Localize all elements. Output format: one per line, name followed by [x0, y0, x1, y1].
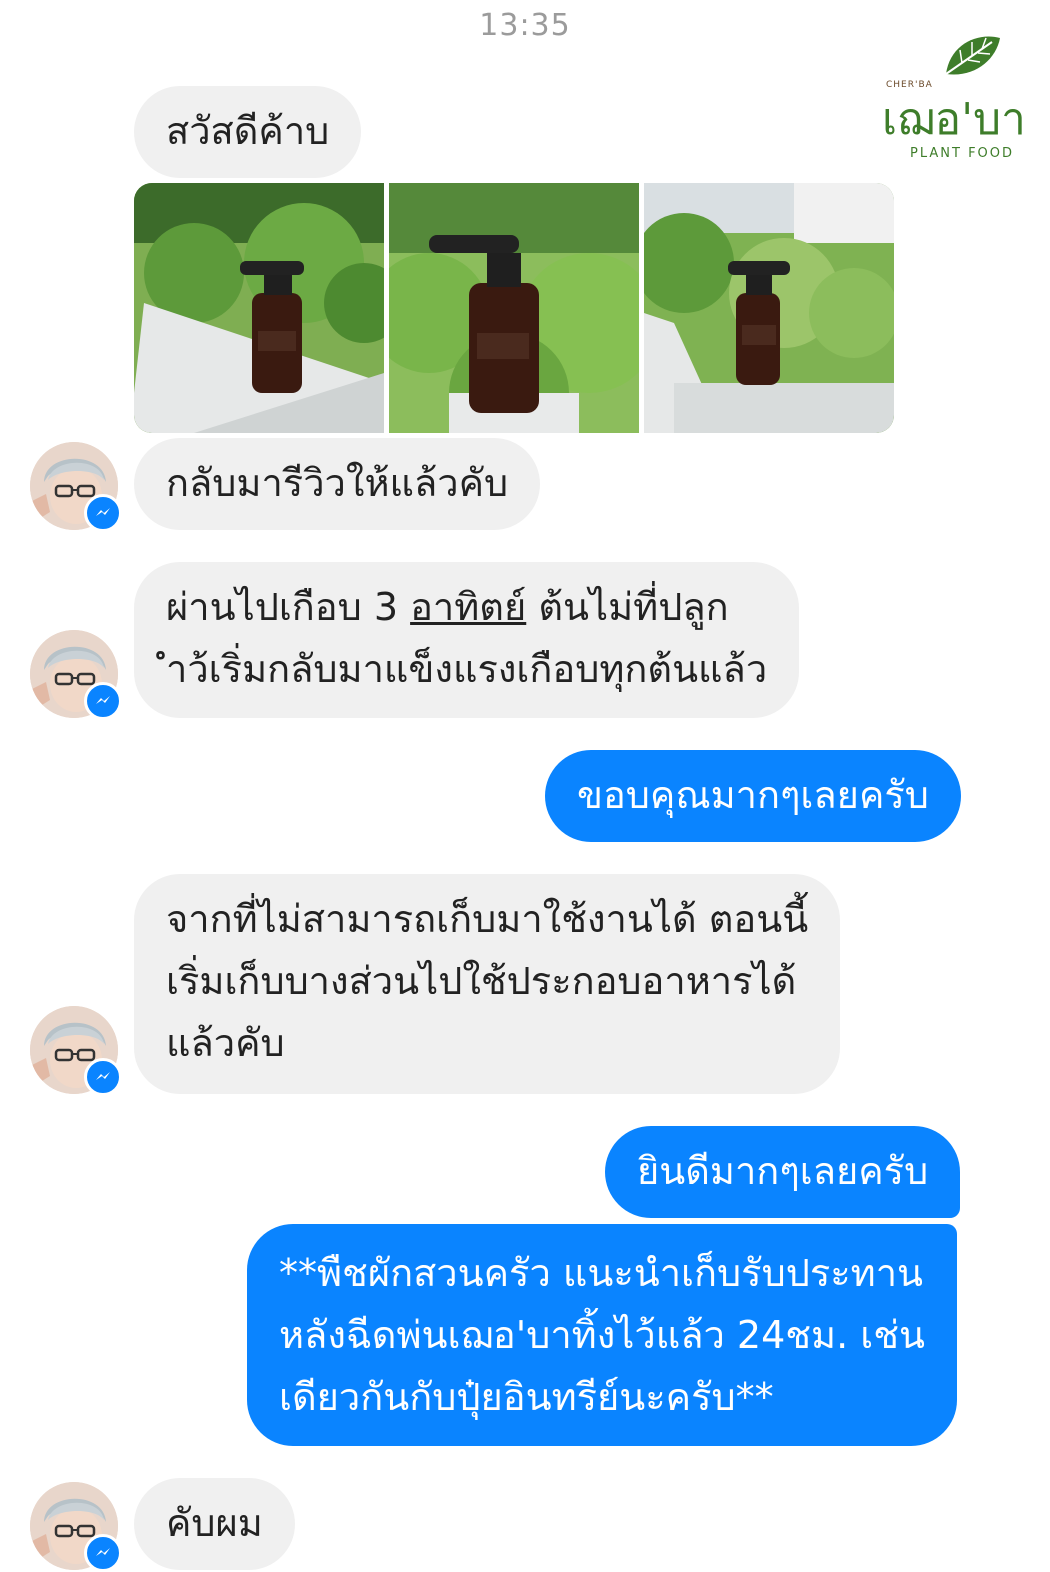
message-text: ำว้เริ่มกลับมาแข็งแรงเกือบทุกต้นแล้ว: [166, 647, 768, 691]
leaf-icon: [945, 36, 1000, 75]
message-text: คับผม: [166, 1501, 263, 1545]
brand-name: เฌอ'บา: [882, 94, 1026, 145]
message-text: ยินดีมากๆเลยครับ: [637, 1149, 929, 1193]
sender-avatar[interactable]: [30, 442, 122, 532]
message-text: ผ่านไปเกือบ 3: [166, 585, 411, 629]
photo-group[interactable]: [134, 183, 894, 433]
message-text: เริ่มเก็บบางส่วนไปใช้ประกอบอาหารได้: [166, 959, 797, 1003]
sender-avatar[interactable]: [30, 1006, 122, 1096]
outgoing-message[interactable]: ขอบคุณมากๆเลยครับ: [545, 750, 961, 842]
incoming-message[interactable]: คับผม: [134, 1478, 295, 1570]
sender-avatar[interactable]: [30, 1482, 122, 1572]
message-link[interactable]: อาทิตย์: [410, 585, 526, 629]
incoming-message[interactable]: ผ่านไปเกือบ 3 อาทิตย์ ต้นไม่ที่ปลูก ำว้เ…: [134, 562, 800, 718]
message-text: ขอบคุณมากๆเลยครับ: [577, 773, 929, 817]
outgoing-message[interactable]: **พืชผักสวนครัว แนะนำเก็บรับประทาน หลังฉ…: [247, 1224, 958, 1446]
incoming-message[interactable]: กลับมารีวิวให้แล้วคับ: [134, 438, 541, 530]
messenger-icon: [84, 494, 122, 532]
outgoing-message[interactable]: ยินดีมากๆเลยครับ: [605, 1126, 961, 1218]
message-text: **พืชผักสวนครัว แนะนำเก็บรับประทาน: [279, 1251, 924, 1295]
message-text: หลังฉีดพ่นเฌอ'บาทิ้งไว้แล้ว 24ชม. เช่น: [279, 1313, 926, 1357]
message-text: เดียวกันกับปุ๋ยอินทรีย์นะครับ**: [279, 1375, 774, 1419]
photo-thumbnail[interactable]: [644, 183, 894, 433]
message-text: กลับมารีวิวให้แล้วคับ: [166, 461, 509, 505]
messenger-icon: [84, 1058, 122, 1096]
incoming-message[interactable]: จากที่ไม่สามารถเก็บมาใช้งานได้ ตอนนี้ เร…: [134, 874, 841, 1094]
message-text: จากที่ไม่สามารถเก็บมาใช้งานได้ ตอนนี้: [166, 897, 809, 941]
message-text: สวัสดีค้าบ: [166, 109, 330, 153]
messenger-icon: [84, 682, 122, 720]
brand-subtitle: PLANT FOOD: [910, 146, 1015, 161]
message-text: แล้วคับ: [166, 1021, 285, 1065]
photo-thumbnail[interactable]: [389, 183, 639, 433]
messenger-icon: [84, 1534, 122, 1572]
brand-logo: CHER'BA เฌอ'บา PLANT FOOD: [882, 30, 1042, 165]
photo-thumbnail[interactable]: [134, 183, 384, 433]
message-text: ต้นไม่ที่ปลูก: [526, 585, 729, 629]
sender-avatar[interactable]: [30, 630, 122, 720]
incoming-message[interactable]: สวัสดีค้าบ: [134, 86, 362, 178]
